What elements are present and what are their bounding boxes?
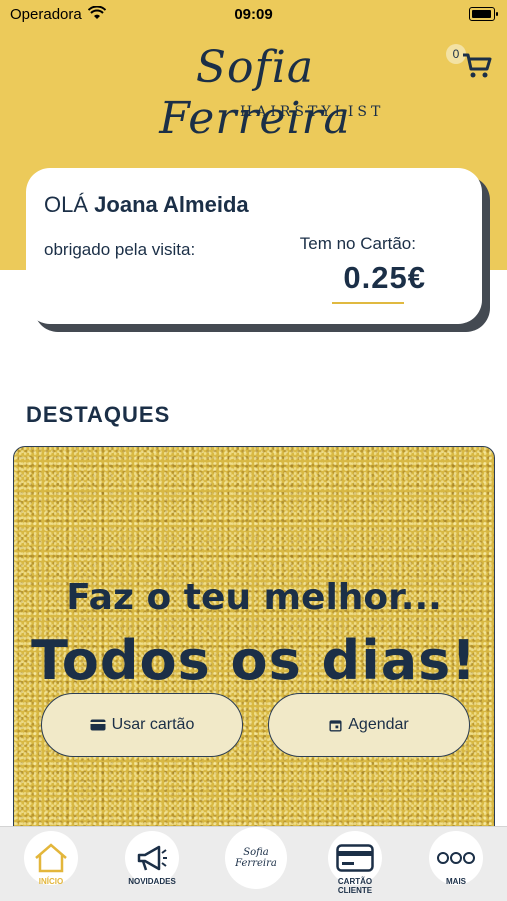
more-icon	[437, 852, 475, 864]
thanks-text: obrigado pela visita:	[44, 240, 196, 259]
bottom-nav: INÍCIO NOVIDADES Sofia Ferreira CARTÃO C…	[0, 826, 507, 901]
status-bar: Operadora 09:09	[0, 0, 507, 30]
balance-value: 0.25€	[343, 260, 426, 295]
balance-label: Tem no Cartão:	[299, 234, 416, 253]
greeting: OLÁ Joana Almeida	[44, 192, 249, 218]
cart-icon	[463, 53, 492, 78]
nav-logo-circle: Sofia Ferreira	[225, 827, 287, 889]
use-card-label: Usar cartão	[111, 716, 195, 733]
schedule-label: Agendar	[348, 716, 409, 733]
nav-label-more: MAIS	[446, 877, 466, 886]
nav-item-more[interactable]: MAIS	[426, 831, 486, 886]
home-icon	[35, 843, 67, 873]
nav-item-customer-card[interactable]: CARTÃO CLIENTE	[325, 831, 385, 895]
balance-underline	[332, 302, 404, 304]
customer-name: Joana Almeida	[94, 192, 249, 217]
card-icon	[90, 719, 106, 731]
nav-item-home[interactable]: INÍCIO	[21, 831, 81, 886]
battery-icon	[469, 7, 498, 21]
brand-subtitle: HAIRSTYLIST	[240, 104, 385, 120]
greeting-prefix: OLÁ	[44, 192, 89, 217]
use-card-button[interactable]: Usar cartão	[41, 693, 243, 757]
card-icon	[336, 844, 374, 872]
cart-button[interactable]: 0	[446, 44, 492, 84]
calendar-icon	[329, 719, 342, 732]
highlights-title: DESTAQUES	[26, 402, 171, 427]
nav-logo-text: Sofia Ferreira	[235, 847, 277, 869]
brand-logo: Sofia Ferreira	[159, 42, 351, 144]
schedule-button[interactable]: Agendar	[268, 693, 470, 757]
nav-label-home: INÍCIO	[38, 877, 64, 886]
nav-item-logo[interactable]: Sofia Ferreira	[224, 827, 288, 889]
nav-label-customer-card: CARTÃO CLIENTE	[337, 877, 373, 895]
nav-label-news: NOVIDADES	[128, 877, 176, 886]
nav-item-news[interactable]: NOVIDADES	[122, 831, 182, 886]
slogan-line-1: Faz o teu melhor...	[66, 577, 442, 618]
slogan-line-2: Todos os dias!	[31, 629, 477, 692]
status-time: 09:09	[234, 6, 273, 23]
highlight-banner[interactable]: Faz o teu melhor... Todos os dias! Usar …	[13, 446, 495, 848]
loyalty-card: OLÁ Joana Almeida obrigado pela visita: …	[26, 168, 482, 324]
megaphone-icon	[137, 845, 167, 871]
